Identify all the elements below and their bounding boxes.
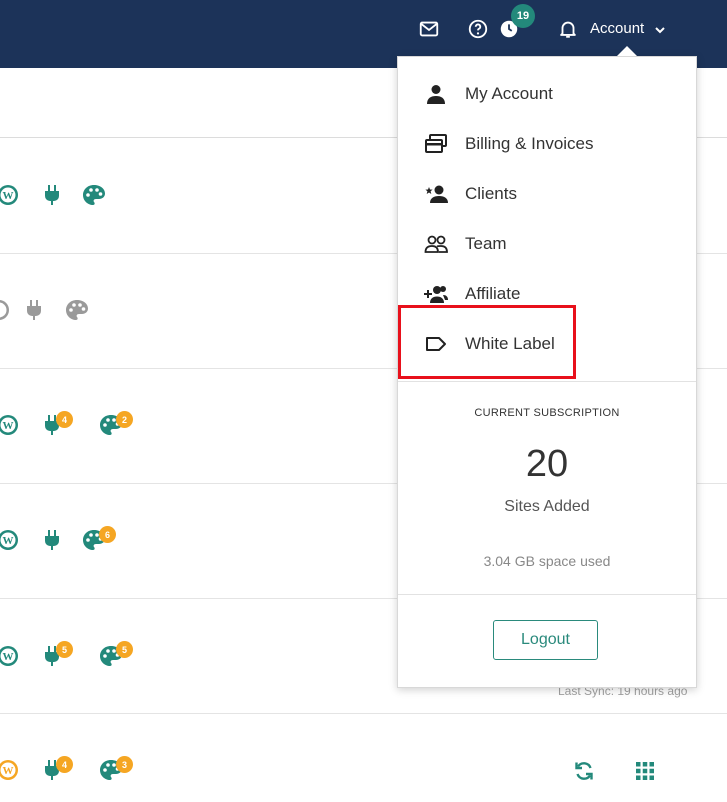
wordpress-icon[interactable]: W [0, 414, 19, 436]
menu-item-clients[interactable]: Clients [398, 171, 696, 217]
subscription-heading: CURRENT SUBSCRIPTION [474, 407, 620, 419]
clients-icon [424, 183, 448, 205]
wordpress-icon[interactable]: W [0, 759, 19, 781]
sites-caption: Sites Added [504, 498, 590, 515]
plugin-icon[interactable] [43, 529, 61, 551]
dropdown-caret [617, 46, 637, 56]
menu-item-billing-invoices[interactable]: Billing & Invoices [398, 121, 696, 167]
person-icon [424, 83, 448, 105]
mail-icon[interactable] [418, 18, 440, 40]
account-menu-toggle[interactable]: Account [590, 20, 644, 37]
theme-updates-badge: 6 [99, 526, 116, 543]
wordpress-icon[interactable]: W [0, 645, 19, 667]
svg-text:W: W [3, 420, 14, 432]
menu-item-label: Affiliate [465, 284, 521, 303]
palette-icon[interactable] [82, 184, 106, 206]
space-used-text: 3.04 GB space used [483, 553, 611, 569]
menu-item-label: Billing & Invoices [465, 134, 594, 153]
plugin-icon[interactable] [43, 184, 61, 206]
menu-item-my-account[interactable]: My Account [398, 71, 696, 117]
menu-divider [398, 381, 696, 382]
wordpress-icon[interactable]: W [0, 529, 19, 551]
svg-text:W: W [3, 190, 14, 202]
theme-updates-badge: 5 [116, 641, 133, 658]
svg-text:W: W [3, 535, 14, 547]
svg-text:W: W [3, 765, 14, 777]
team-icon [424, 233, 448, 255]
theme-updates-badge: 3 [116, 756, 133, 773]
menu-divider [398, 594, 696, 595]
palette-icon[interactable] [65, 299, 89, 321]
help-icon[interactable] [467, 18, 489, 40]
plugin-updates-badge: 5 [56, 641, 73, 658]
logout-button[interactable]: Logout [493, 620, 598, 660]
highlight-box [398, 305, 576, 379]
menu-item-label: My Account [465, 84, 553, 103]
svg-text:W: W [3, 651, 14, 663]
add-person-icon [424, 283, 448, 305]
theme-updates-badge: 2 [116, 411, 133, 428]
sync-icon[interactable] [573, 760, 595, 787]
menu-item-label: Team [465, 234, 507, 253]
plugin-updates-badge: 4 [56, 411, 73, 428]
wordpress-icon[interactable]: W [0, 184, 19, 206]
bell-icon[interactable] [557, 18, 579, 40]
menu-item-team[interactable]: Team [398, 221, 696, 267]
chevron-down-icon[interactable] [654, 24, 666, 36]
billing-icon [424, 133, 448, 155]
menu-item-label: Clients [465, 184, 517, 203]
plugin-updates-badge: 4 [56, 756, 73, 773]
wordpress-icon[interactable] [0, 299, 10, 321]
sites-count: 20 [525, 443, 569, 485]
notification-count-badge: 19 [511, 4, 535, 28]
grid-menu-icon[interactable] [636, 762, 654, 785]
plugin-icon[interactable] [25, 299, 43, 321]
site-row[interactable] [0, 714, 727, 802]
